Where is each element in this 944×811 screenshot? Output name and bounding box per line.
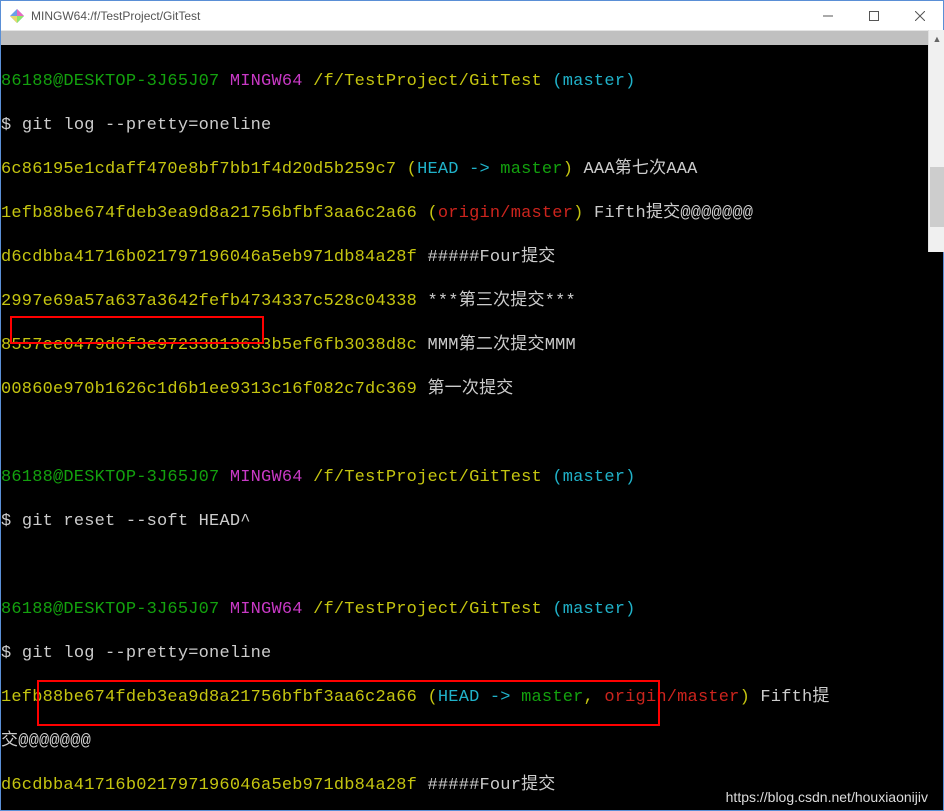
log-entry: d6cdbba41716b021797196046a5eb971db84a28f… [1, 247, 943, 269]
scroll-gap [1, 31, 943, 45]
blank-line [1, 555, 943, 577]
prompt-line: 86188@DESKTOP-3J65J07 MINGW64 /f/TestPro… [1, 467, 943, 489]
titlebar[interactable]: MINGW64:/f/TestProject/GitTest [1, 1, 943, 31]
maximize-button[interactable] [851, 1, 897, 30]
window-title: MINGW64:/f/TestProject/GitTest [31, 9, 805, 23]
log-entry: 1efb88be674fdeb3ea9d8a21756bfbf3aa6c2a66… [1, 687, 943, 709]
command-line: $ git log --pretty=oneline [1, 115, 943, 137]
log-entry: 00860e970b1626c1d6b1ee9313c16f082c7dc369… [1, 379, 943, 401]
terminal-area[interactable]: 86188@DESKTOP-3J65J07 MINGW64 /f/TestPro… [1, 45, 943, 810]
window-controls [805, 1, 943, 30]
minimize-button[interactable] [805, 1, 851, 30]
log-entry: 8557ee0479d6f3e97233813633b5ef6fb3038d8c… [1, 335, 943, 357]
log-entry-wrap: 交@@@@@@@ [1, 731, 943, 753]
scroll-up-arrow[interactable]: ▲ [929, 30, 944, 47]
blank-line [1, 423, 943, 445]
prompt-line: 86188@DESKTOP-3J65J07 MINGW64 /f/TestPro… [1, 71, 943, 93]
log-entry: 1efb88be674fdeb3ea9d8a21756bfbf3aa6c2a66… [1, 203, 943, 225]
mingw-icon [9, 8, 25, 24]
log-entry: 2997e69a57a637a3642fefb4734337c528c04338… [1, 291, 943, 313]
scroll-thumb[interactable] [930, 167, 944, 227]
watermark-text: https://blog.csdn.net/houxiaonijiv [726, 789, 928, 805]
window-frame: MINGW64:/f/TestProject/GitTest 86188@DES… [0, 0, 944, 811]
command-line: $ git reset --soft HEAD^ [1, 511, 943, 533]
command-line: $ git log --pretty=oneline [1, 643, 943, 665]
close-button[interactable] [897, 1, 943, 30]
log-entry: 6c86195e1cdaff470e8bf7bb1f4d20d5b259c7 (… [1, 159, 943, 181]
prompt-line: 86188@DESKTOP-3J65J07 MINGW64 /f/TestPro… [1, 599, 943, 621]
vertical-scrollbar[interactable]: ▲ [928, 30, 944, 252]
